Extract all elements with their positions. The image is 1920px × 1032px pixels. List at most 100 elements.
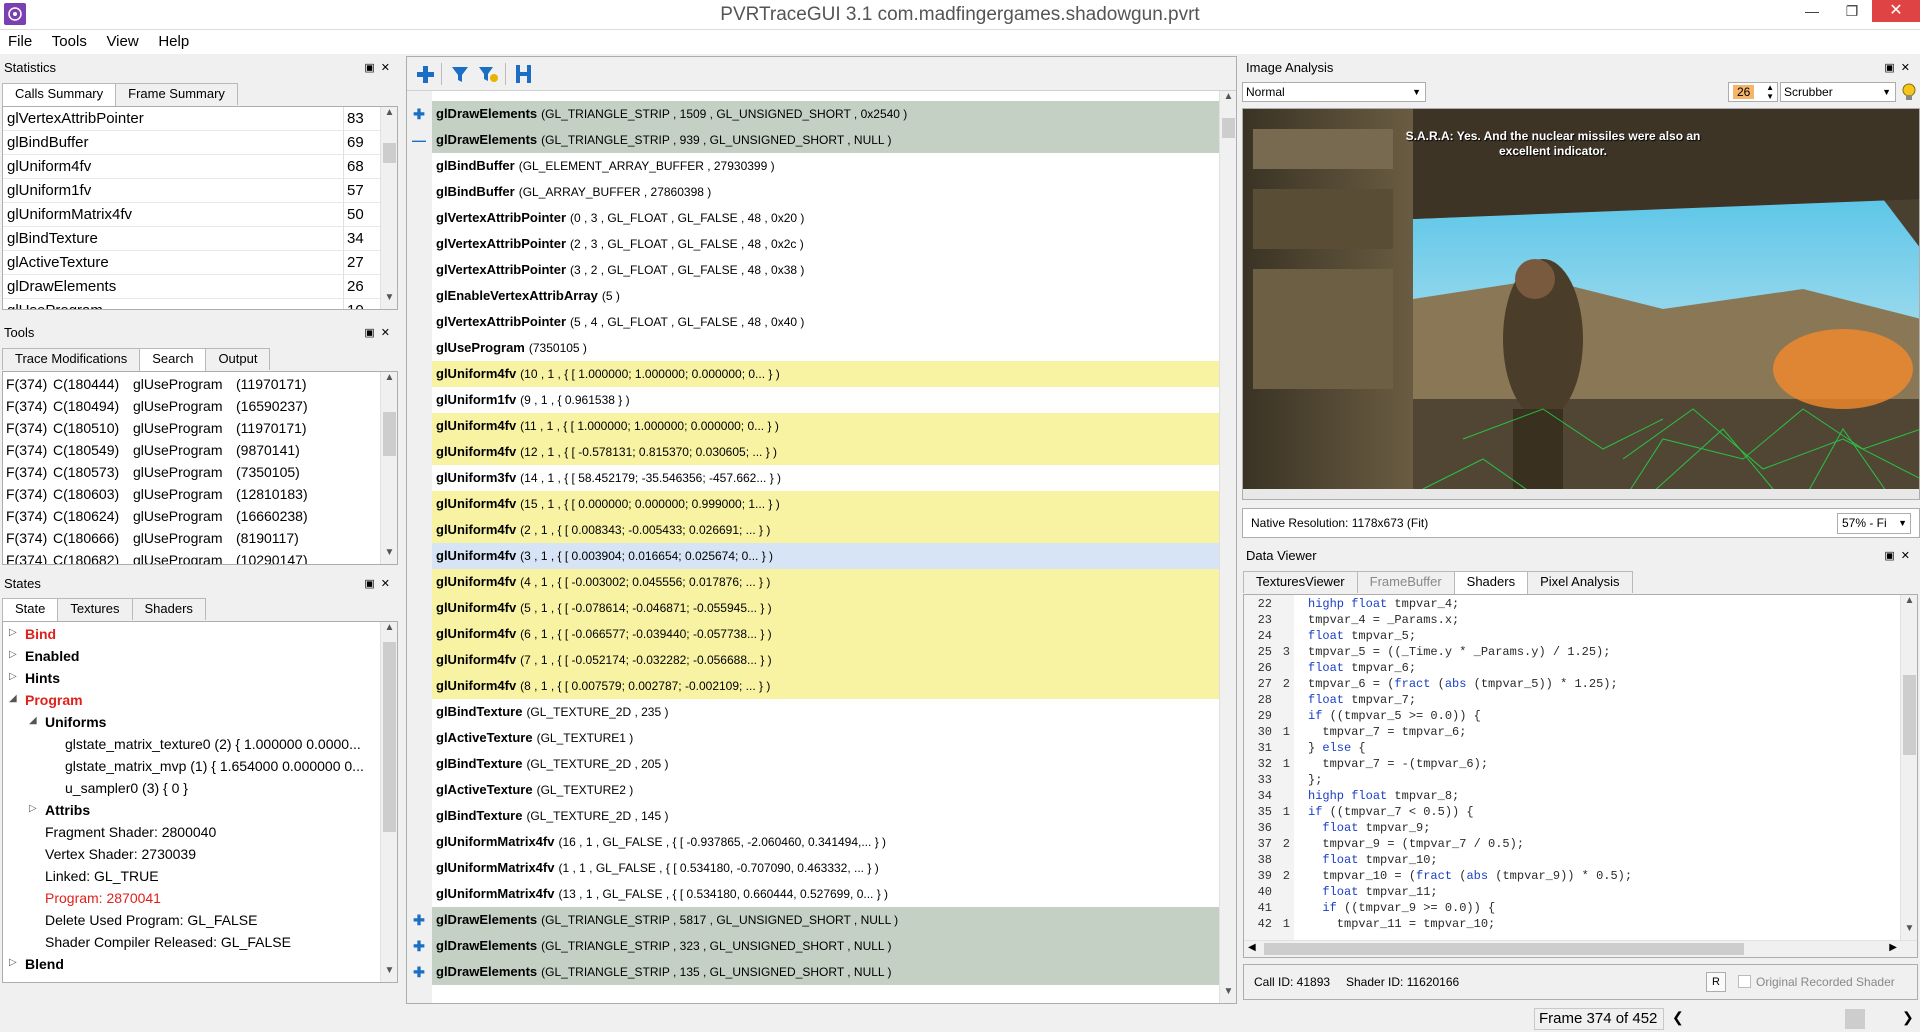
call-row[interactable]: glUniform4fv (5 , 1 , { [ -0.078614; -0.0…	[432, 595, 1219, 621]
tab-state[interactable]: State	[2, 598, 59, 621]
expand-call-icon[interactable]: ✚	[410, 907, 428, 933]
scroll-thumb[interactable]	[383, 412, 396, 456]
scroll-up-icon[interactable]: ▲	[381, 372, 397, 389]
close-button[interactable]: ✕	[1872, 0, 1920, 22]
tree-node[interactable]: ▷ Hints	[3, 668, 397, 690]
tree-node[interactable]: glstate_matrix_mvp (1) { 1.654000 0.0000…	[3, 756, 397, 778]
call-row[interactable]: glUniform4fv (15 , 1 , { [ 0.000000; 0.00…	[432, 491, 1219, 517]
zoom-select[interactable]: 57% - Fi ▼	[1837, 513, 1911, 534]
reload-button[interactable]: R	[1706, 972, 1726, 992]
call-row[interactable]: glActiveTexture (GL_TEXTURE2 )	[432, 777, 1219, 803]
scroll-thumb[interactable]	[1903, 675, 1916, 755]
call-row[interactable]: glVertexAttribPointer (2 , 3 , GL_FLOAT ,…	[432, 231, 1219, 257]
scroll-thumb[interactable]	[383, 143, 396, 163]
menu-help[interactable]: Help	[150, 30, 197, 53]
search-result-row[interactable]: F(374) C(180624) glUseProgram (16660238)	[3, 506, 397, 528]
tab-output[interactable]: Output	[205, 348, 271, 370]
minimize-button[interactable]: —	[1794, 0, 1830, 22]
call-row[interactable]: glUniform4fv (4 , 1 , { [ -0.003002; 0.04…	[432, 569, 1219, 595]
call-row[interactable]: glBindBuffer (GL_ELEMENT_ARRAY_BUFFER , 2…	[432, 153, 1219, 179]
tab-pixel-analysis[interactable]: Pixel Analysis	[1527, 571, 1633, 593]
call-row[interactable]: glDrawElements (GL_TRIANGLE_STRIP , 939 ,…	[412, 127, 1219, 153]
call-row[interactable]: glDrawElements (GL_TRIANGLE_STRIP , 5817 …	[413, 907, 1219, 933]
expanded-arrow-icon[interactable]: ◢	[29, 715, 37, 726]
scrubber-select[interactable]: Scrubber ▼	[1780, 82, 1896, 102]
tree-node[interactable]: ▷ Bind	[3, 624, 397, 646]
framebuffer-preview[interactable]: S.A.R.A: Yes. And the nuclear missiles w…	[1242, 108, 1920, 500]
call-row[interactable]: glUniformMatrix4fv (16 , 1 , GL_FALSE , {…	[432, 829, 1219, 855]
tab-calls-summary[interactable]: Calls Summary	[2, 83, 117, 106]
tree-node[interactable]: glstate_matrix_texture0 (2) { 1.000000 0…	[3, 734, 397, 756]
menu-view[interactable]: View	[98, 30, 146, 53]
dock-buttons[interactable]: ▣✕	[364, 58, 396, 78]
filter-icon[interactable]	[450, 64, 470, 84]
call-row[interactable]: glEnableVertexAttribArray (5 )	[432, 283, 1219, 309]
call-row[interactable]: glUniform4fv (7 , 1 , { [ -0.052174; -0.0…	[432, 647, 1219, 673]
call-row[interactable]: glActiveTexture (GL_TEXTURE1 )	[432, 725, 1219, 751]
call-row[interactable]: glBindTexture (GL_TEXTURE_2D , 235 )	[432, 699, 1219, 725]
stat-row[interactable]: glUniform1fv 57	[3, 179, 397, 203]
call-row[interactable]: glUniformMatrix4fv (13 , 1 , GL_FALSE , {…	[432, 881, 1219, 907]
shader-source-view[interactable]: 22 highp float tmpvar_4; 23 tmpvar_4 = _Par…	[1243, 594, 1918, 958]
tree-node[interactable]: Program: 2870041	[3, 888, 397, 910]
tab-trace-modifications[interactable]: Trace Modifications	[2, 348, 141, 370]
call-row[interactable]: glUniform4fv (8 , 1 , { [ 0.007579; 0.002…	[432, 673, 1219, 699]
original-shader-checkbox[interactable]	[1738, 975, 1751, 988]
collapse-call-icon[interactable]: —	[410, 127, 428, 153]
tab-shaders[interactable]: Shaders	[131, 598, 206, 620]
statistics-scrollbar[interactable]: ▲ ▼	[380, 107, 397, 309]
scroll-left-icon[interactable]: ◀	[1248, 942, 1256, 953]
tab-textures[interactable]: Textures	[57, 598, 133, 620]
spin-arrows-icon[interactable]: ▲ ▼	[1766, 83, 1774, 101]
collapsed-arrow-icon[interactable]: ▷	[9, 649, 17, 660]
call-row[interactable]: glVertexAttribPointer (3 , 2 , GL_FLOAT ,…	[432, 257, 1219, 283]
dock-buttons[interactable]: ▣✕	[1884, 58, 1916, 78]
scroll-down-icon[interactable]: ▼	[381, 965, 397, 982]
call-row[interactable]: glDrawElements (GL_TRIANGLE_STRIP , 1509 …	[413, 101, 1219, 127]
scroll-up-icon[interactable]: ▲	[381, 622, 397, 639]
scroll-down-icon[interactable]: ▼	[381, 547, 397, 564]
stat-row[interactable]: glDrawElements 26	[3, 275, 397, 299]
shader-hscrollbar[interactable]: ◀ ▶	[1244, 940, 1917, 957]
tree-node[interactable]: ▷ Enabled	[3, 646, 397, 668]
states-scrollbar[interactable]: ▲ ▼	[380, 622, 397, 982]
expand-call-icon[interactable]: ✚	[410, 101, 428, 127]
expand-call-icon[interactable]: ✚	[410, 933, 428, 959]
scroll-down-icon[interactable]: ▼	[381, 292, 397, 309]
stat-row[interactable]: glUniformMatrix4fv 50	[3, 203, 397, 227]
call-row[interactable]: glUniformMatrix4fv (1 , 1 , GL_FALSE , { …	[432, 855, 1219, 881]
collapsed-arrow-icon[interactable]: ▷	[9, 627, 17, 638]
scroll-thumb[interactable]	[383, 642, 396, 832]
call-row[interactable]: glBindBuffer (GL_ARRAY_BUFFER , 27860398 …	[432, 179, 1219, 205]
call-row[interactable]: glUniform4fv (12 , 1 , { [ -0.578131; 0.8…	[432, 439, 1219, 465]
dock-buttons[interactable]: ▣✕	[364, 323, 396, 343]
tree-node[interactable]: Vertex Shader: 2730039	[3, 844, 397, 866]
stat-row[interactable]: glBindTexture 34	[3, 227, 397, 251]
tree-node[interactable]: ▷ Blend	[3, 954, 397, 976]
stat-row[interactable]: glActiveTexture 27	[3, 251, 397, 275]
scroll-up-icon[interactable]: ▲	[381, 107, 397, 124]
search-result-row[interactable]: F(374) C(180510) glUseProgram (11970171)	[3, 418, 397, 440]
tools-scrollbar[interactable]: ▲ ▼	[380, 372, 397, 564]
call-row[interactable]: glDrawElements (GL_TRIANGLE_STRIP , 135 ,…	[413, 959, 1219, 985]
add-icon[interactable]	[415, 64, 435, 84]
stat-row[interactable]: glUseProgram 10	[3, 299, 397, 309]
maximize-button[interactable]: ❐	[1834, 0, 1870, 22]
search-result-row[interactable]: F(374) C(180682) glUseProgram (10290147)	[3, 550, 397, 564]
call-row[interactable]: glUseProgram (7350105 )	[432, 335, 1219, 361]
call-row[interactable]: glDrawElements (GL_TRIANGLE_STRIP , 323 ,…	[413, 933, 1219, 959]
search-result-row[interactable]: F(374) C(180549) glUseProgram (9870141)	[3, 440, 397, 462]
call-list-scrollbar[interactable]: ▲ ▼	[1219, 91, 1236, 1003]
collapsed-arrow-icon[interactable]: ▷	[9, 957, 17, 968]
prev-frame-icon[interactable]: ❮	[1672, 1009, 1684, 1026]
stat-row[interactable]: glVertexAttribPointer 83	[3, 107, 397, 131]
tab-frame-summary[interactable]: Frame Summary	[115, 83, 238, 105]
search-result-row[interactable]: F(374) C(180666) glUseProgram (8190117)	[3, 528, 397, 550]
call-row[interactable]: glUniform3fv (14 , 1 , { [ 58.452179; -35…	[432, 465, 1219, 491]
scroll-down-icon[interactable]: ▼	[1901, 923, 1917, 940]
tree-node[interactable]: Fragment Shader: 2800040	[3, 822, 397, 844]
scroll-thumb[interactable]	[1222, 118, 1235, 138]
call-row[interactable]: glVertexAttribPointer (5 , 4 , GL_FLOAT ,…	[432, 309, 1219, 335]
call-row[interactable]: glBindTexture (GL_TEXTURE_2D , 205 )	[432, 751, 1219, 777]
search-result-row[interactable]: F(374) C(180444) glUseProgram (11970171)	[3, 374, 397, 396]
